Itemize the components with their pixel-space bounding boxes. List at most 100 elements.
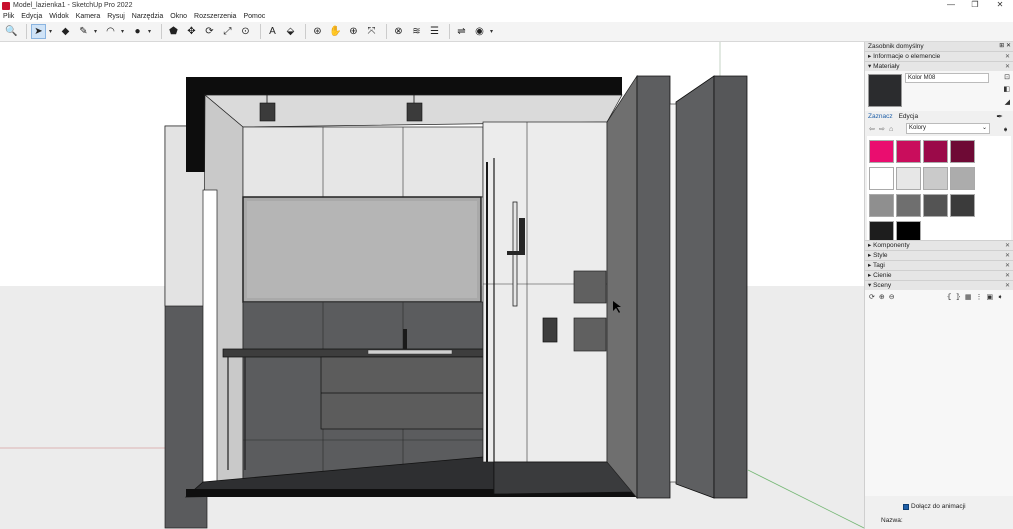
move-down-icon[interactable]: ⦄ — [956, 293, 961, 301]
refresh-icon[interactable]: ⟳ — [869, 293, 875, 301]
title-bar: Model_lazienka1 - SketchUp Pro 2022 — [0, 0, 1013, 11]
materials-tabs: Zaznacz Edycja ✒ — [865, 111, 1013, 122]
material-swatch[interactable] — [896, 140, 921, 163]
shadows-panel-header[interactable]: ▸ Cienie ✕ — [865, 270, 1013, 280]
tape-measure-icon[interactable]: ⊙ — [238, 24, 253, 39]
material-swatch[interactable] — [869, 140, 894, 163]
minimize-button[interactable]: — — [940, 0, 962, 11]
dropdown-arrow-icon[interactable]: ▾ — [94, 28, 99, 35]
menu-rozszerzenia[interactable]: Rozszerzenia — [194, 13, 236, 20]
tags-panel-header[interactable]: ▸ Tagi ✕ — [865, 260, 1013, 270]
create-material-icon[interactable]: ⊡ — [1004, 73, 1010, 81]
menu-pomoc[interactable]: Pomoc — [243, 13, 265, 20]
display-secondary-pane-icon[interactable]: ◧ — [1003, 85, 1010, 93]
chevron-down-icon: ⌄ — [981, 125, 987, 131]
toolbar-separator — [161, 24, 162, 39]
toolbar-separator — [26, 24, 27, 39]
material-swatch[interactable] — [950, 167, 975, 190]
text-icon[interactable]: A — [265, 24, 280, 39]
tray-title: Zasobnik domyślny ⊞ ✕ — [865, 42, 1013, 51]
default-material-icon[interactable]: ◢ — [1005, 98, 1010, 106]
circle-shape-icon[interactable]: ● — [130, 24, 145, 39]
details-arrow-icon[interactable]: ➧ — [1002, 125, 1009, 134]
tab-edit[interactable]: Edycja — [899, 113, 919, 120]
add-scene-icon[interactable]: ⊕ — [879, 293, 885, 301]
maximize-button[interactable]: ❐ — [964, 0, 986, 11]
search-icon[interactable]: 🔍 — [4, 24, 19, 39]
material-name-field[interactable]: Kolor M08 — [905, 73, 989, 83]
list-view-icon[interactable]: ⋮ — [976, 293, 983, 301]
material-swatch[interactable] — [896, 194, 921, 217]
menu-plik[interactable]: Plik — [3, 13, 14, 20]
main-toolbar: 🔍 ➤ ▾ ◆ ✎ ▾ ◠ ▾ ● ▾ ⬟ ✥ ⟳ ⤢ ⊙ A ⬙ ⊛ ✋ ⊕ ⤧ ⊗ ≋ ☰ ⇌ ◉ ▾ — [0, 22, 1013, 42]
material-swatch[interactable] — [950, 140, 975, 163]
remove-scene-icon[interactable]: ⊖ — [889, 293, 895, 301]
layers-icon[interactable]: ☰ — [427, 24, 442, 39]
arc-icon[interactable]: ◠ — [103, 24, 118, 39]
thumbnails-icon[interactable]: ▣ — [987, 293, 994, 301]
tab-select[interactable]: Zaznacz — [868, 113, 893, 120]
menu-okno[interactable]: Okno — [170, 13, 187, 20]
pan-icon[interactable]: ✋ — [328, 24, 343, 39]
trimble-connect-icon[interactable]: ⇌ — [454, 24, 469, 39]
material-editor: Kolor M08 ⊡ ◧ ◢ — [865, 71, 1013, 111]
include-in-animation[interactable]: Dołącz do animacji — [903, 503, 966, 510]
warehouse-icon[interactable]: ⊗ — [391, 24, 406, 39]
entity-info-panel-header[interactable]: ▸ Informacje o elemencie ✕ — [865, 51, 1013, 61]
select-tool-icon[interactable]: ➤ — [31, 24, 46, 39]
material-preview-swatch[interactable] — [868, 74, 902, 107]
menu-edycja[interactable]: Edycja — [21, 13, 42, 20]
menu-kamera[interactable]: Kamera — [76, 13, 101, 20]
material-swatch[interactable] — [923, 167, 948, 190]
tray-pin-close-icons[interactable]: ⊞ ✕ — [999, 42, 1011, 51]
details-arrow-icon[interactable]: ➧ — [997, 293, 1003, 301]
push-pull-icon[interactable]: ⬟ — [166, 24, 181, 39]
pencil-icon[interactable]: ✎ — [76, 24, 91, 39]
paint-bucket-icon[interactable]: ⬙ — [283, 24, 298, 39]
move-icon[interactable]: ✥ — [184, 24, 199, 39]
scenes-list-area — [865, 303, 1013, 496]
home-icon[interactable]: ⌂ — [889, 126, 899, 133]
dropdown-arrow-icon[interactable]: ▾ — [49, 28, 54, 35]
toolbar-separator — [449, 24, 450, 39]
forward-arrow-icon[interactable]: ⇨ — [879, 125, 889, 133]
zoom-icon[interactable]: ⊕ — [346, 24, 361, 39]
menu-rysuj[interactable]: Rysuj — [107, 13, 125, 20]
toolbar-separator — [260, 24, 261, 39]
default-tray: Zasobnik domyślny ⊞ ✕ ▸ Informacje o ele… — [864, 42, 1013, 529]
scene-name-label: Nazwa: — [881, 517, 903, 524]
styles-panel-header[interactable]: ▸ Style ✕ — [865, 250, 1013, 260]
scenes-panel-header[interactable]: ▾ Sceny ✕ — [865, 280, 1013, 290]
back-arrow-icon[interactable]: ⇦ — [869, 125, 879, 133]
zoom-extents-icon[interactable]: ⤧ — [364, 24, 379, 39]
account-icon[interactable]: ◉ — [472, 24, 487, 39]
scale-icon[interactable]: ⤢ — [220, 24, 235, 39]
scenes-toolbar: ⟳ ⊕ ⊖ ⦃ ⦄ ▦ ⋮ ▣ ➧ — [865, 290, 1013, 303]
library-dropdown[interactable]: Kolory ⌄ — [906, 123, 990, 134]
orbit-icon[interactable]: ⊛ — [310, 24, 325, 39]
library-nav: ⇦ ⇨ ⌂ Kolory ⌄ ➧ — [865, 122, 1013, 136]
materials-panel-header[interactable]: ▾ Materiały ✕ — [865, 61, 1013, 71]
eyedropper-icon[interactable]: ✒ — [996, 112, 1003, 121]
toolbar-separator — [305, 24, 306, 39]
extension-warehouse-icon[interactable]: ≋ — [409, 24, 424, 39]
move-up-icon[interactable]: ⦃ — [947, 293, 952, 301]
close-button[interactable]: ✕ — [989, 0, 1011, 11]
dropdown-arrow-icon[interactable]: ▾ — [490, 28, 495, 35]
dropdown-arrow-icon[interactable]: ▾ — [148, 28, 153, 35]
menu-widok[interactable]: Widok — [49, 13, 68, 20]
material-swatch[interactable] — [950, 194, 975, 217]
eraser-icon[interactable]: ◆ — [58, 24, 73, 39]
material-swatch[interactable] — [896, 167, 921, 190]
material-swatch[interactable] — [923, 194, 948, 217]
components-panel-header[interactable]: ▸ Komponenty ✕ — [865, 240, 1013, 250]
menu-narzedzia[interactable]: Narzędzia — [132, 13, 164, 20]
view-options-icon[interactable]: ▦ — [965, 293, 972, 301]
rotate-icon[interactable]: ⟳ — [202, 24, 217, 39]
model-viewport[interactable] — [0, 42, 864, 529]
material-swatch[interactable] — [869, 167, 894, 190]
dropdown-arrow-icon[interactable]: ▾ — [121, 28, 126, 35]
material-swatch[interactable] — [869, 194, 894, 217]
animation-checkbox[interactable] — [903, 503, 909, 510]
material-swatch[interactable] — [923, 140, 948, 163]
